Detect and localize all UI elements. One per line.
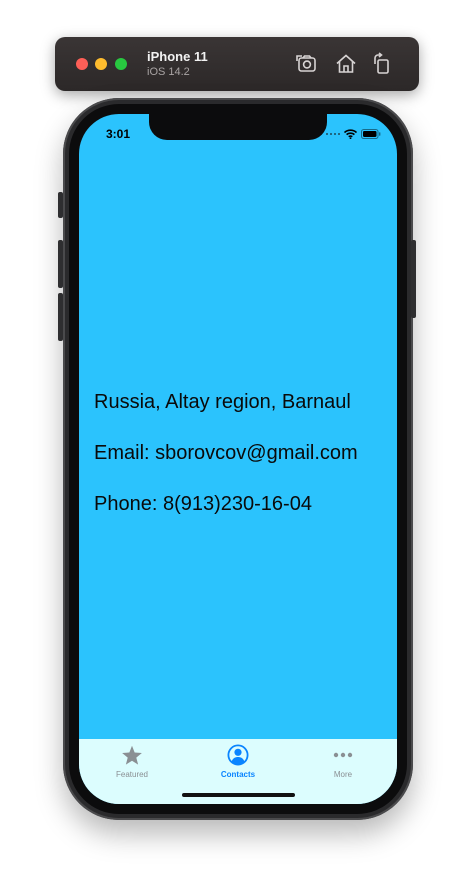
status-time: 3:01	[106, 127, 131, 141]
home-indicator[interactable]	[182, 793, 295, 797]
tab-more-label: More	[333, 770, 353, 779]
window-minimize-button[interactable]	[95, 58, 107, 70]
side-power-button[interactable]	[411, 240, 416, 318]
tab-featured-label: Featured	[115, 770, 149, 779]
volume-down-button[interactable]	[58, 293, 63, 341]
device-name: iPhone 11	[147, 49, 208, 64]
screenshot-icon[interactable]	[295, 52, 319, 76]
simulator-toolbar: iPhone 11 iOS 14.2	[55, 37, 419, 91]
star-icon	[92, 744, 172, 766]
phone-screen: 3:01 Russia, Altay region, Barnaul Email…	[79, 114, 397, 804]
email-text: Email: sborovcov@gmail.com	[94, 442, 358, 464]
os-version: iOS 14.2	[147, 66, 190, 78]
rotate-icon[interactable]	[370, 52, 394, 76]
home-icon[interactable]	[334, 52, 358, 76]
ring-silent-switch[interactable]	[58, 192, 63, 218]
status-icons	[326, 128, 381, 140]
window-close-button[interactable]	[76, 58, 88, 70]
battery-icon	[361, 129, 381, 139]
phone-text: Phone: 8(913)230-16-04	[94, 493, 312, 515]
tab-contacts[interactable]: Contacts	[198, 744, 278, 784]
tab-contacts-label: Contacts	[220, 770, 256, 779]
more-icon	[303, 744, 383, 766]
address-text: Russia, Altay region, Barnaul	[94, 391, 351, 413]
wifi-icon	[344, 129, 357, 139]
contacts-icon	[198, 744, 278, 766]
window-zoom-button[interactable]	[115, 58, 127, 70]
page: iPhone 11 iOS 14.2 3:01 Russia, Altay re…	[0, 0, 475, 893]
tab-featured[interactable]: Featured	[92, 744, 172, 784]
notch	[149, 114, 327, 140]
volume-up-button[interactable]	[58, 240, 63, 288]
cellular-icon	[326, 133, 340, 135]
tab-more[interactable]: More	[303, 744, 383, 784]
